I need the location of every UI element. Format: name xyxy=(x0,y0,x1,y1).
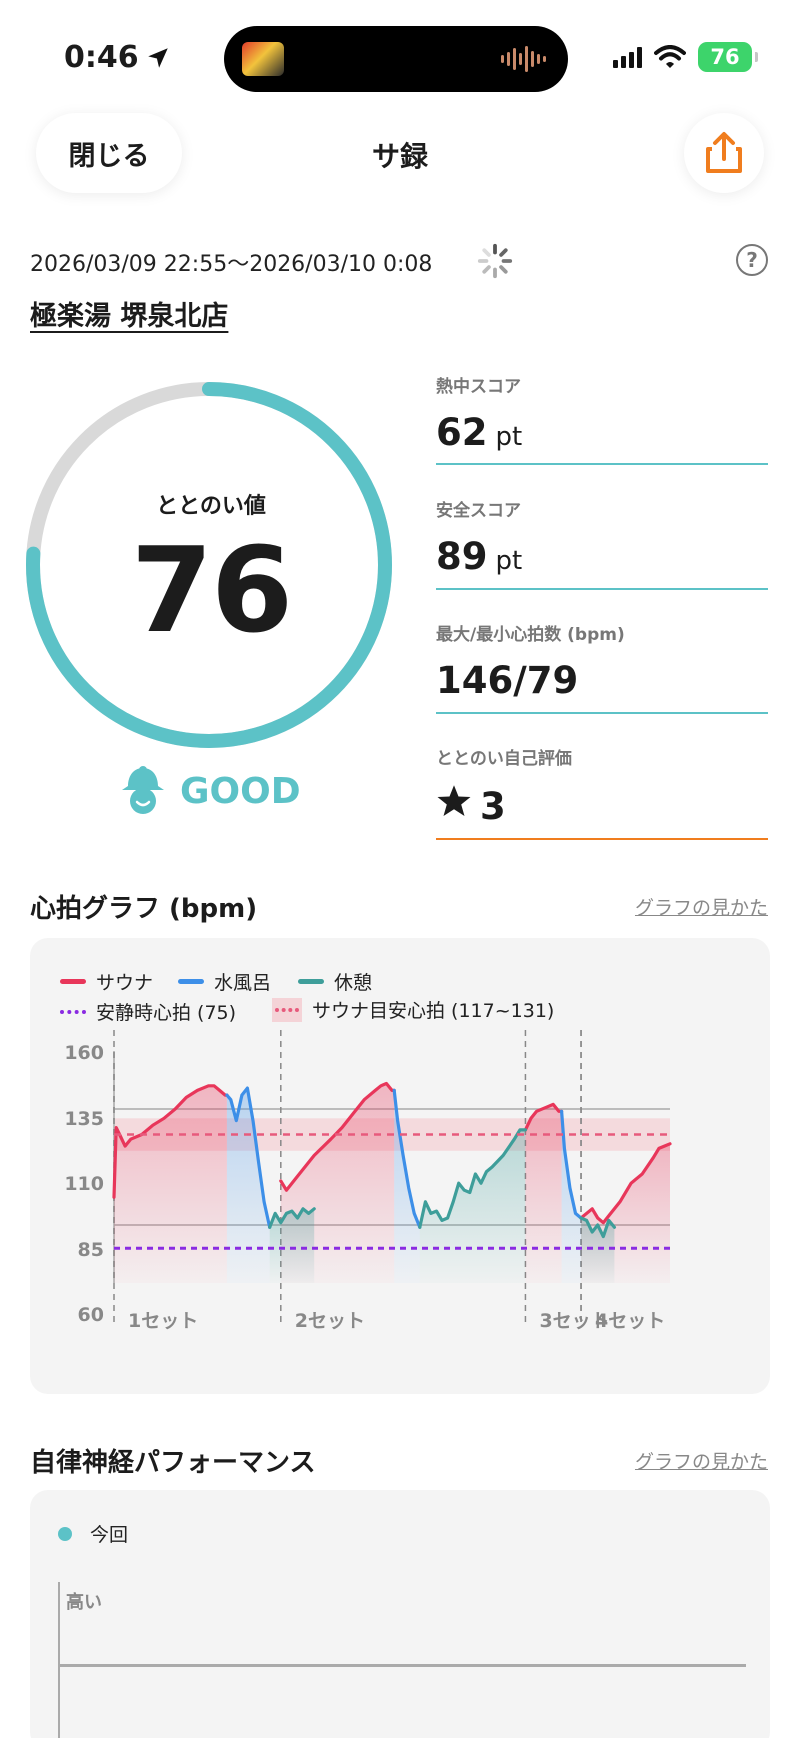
hr-guide-link[interactable]: グラフの見かた xyxy=(635,893,768,920)
metric-divider xyxy=(436,463,768,465)
x-set-label: 2セット xyxy=(294,1310,366,1332)
legend-item-current: 今回 xyxy=(58,1520,128,1547)
ans-gridline xyxy=(60,1664,746,1667)
battery-indicator: 76 xyxy=(698,42,758,72)
ans-chart-card: 今回 高い xyxy=(30,1490,770,1738)
status-bar: 0:46 76 xyxy=(0,0,800,110)
metric-safety-score: 安全スコア 89 pt xyxy=(436,496,768,590)
metric-label: 熱中スコア xyxy=(436,377,521,397)
metric-value: 89 xyxy=(436,535,488,578)
metric-divider xyxy=(436,712,768,714)
loading-spinner-icon xyxy=(477,243,513,279)
metric-value: 62 xyxy=(436,411,488,454)
status-time-text: 0:46 xyxy=(64,40,139,75)
gauge-value: 76 xyxy=(130,521,293,659)
ans-y-top-label: 高い xyxy=(66,1592,102,1613)
ans-y-axis xyxy=(58,1582,60,1738)
metric-unit: pt xyxy=(495,422,523,452)
now-playing-thumbnail xyxy=(242,42,284,76)
metric-heat-score: 熱中スコア 62 pt xyxy=(436,372,768,465)
sauna-hat-icon xyxy=(122,766,164,814)
wifi-icon xyxy=(654,45,686,68)
series-area-rest xyxy=(269,1208,315,1283)
hr-chart-card: サウナ 水風呂 休憩 安静時心拍 (75) サウナ目安心拍 (117~131) … xyxy=(30,938,770,1394)
series-area-rest xyxy=(419,1129,526,1283)
dynamic-island[interactable] xyxy=(224,26,568,92)
metric-self-rating[interactable]: ととのい自己評価 3 xyxy=(436,744,768,840)
metric-value: 3 xyxy=(480,785,506,828)
page-title: サ録 xyxy=(371,140,428,173)
x-set-label: 1セット xyxy=(128,1310,199,1332)
battery-level: 76 xyxy=(710,45,740,69)
series-area-sauna xyxy=(525,1104,562,1283)
ans-guide-link[interactable]: グラフの見かた xyxy=(635,1447,768,1474)
metric-unit: pt xyxy=(495,546,523,576)
star-icon xyxy=(437,785,471,816)
ans-section-title: 自律神経パフォーマンス xyxy=(30,1448,316,1478)
gauge-label: ととのい値 xyxy=(156,494,266,519)
status-time: 0:46 xyxy=(64,40,171,75)
metric-divider xyxy=(436,838,768,840)
help-icon[interactable]: ? xyxy=(736,244,768,276)
status-badge: GOOD xyxy=(120,766,301,816)
hr-section-title: 心拍グラフ (bpm) xyxy=(30,894,258,924)
metric-divider xyxy=(436,588,768,590)
metric-label: 安全スコア xyxy=(436,501,521,521)
metric-value: 146/79 xyxy=(436,659,579,702)
cellular-signal-icon xyxy=(613,46,642,68)
metric-label: 最大/最小心拍数 (bpm) xyxy=(436,625,625,645)
share-icon xyxy=(706,132,742,173)
x-set-label: 4セット xyxy=(595,1310,666,1332)
status-text: GOOD xyxy=(180,770,301,812)
series-area-sauna xyxy=(114,1085,227,1283)
legend-swatch xyxy=(58,1526,72,1541)
metric-label: ととのい自己評価 xyxy=(436,749,572,769)
session-datetime: 2026/03/09 22:55～2026/03/10 0:08 xyxy=(30,252,433,277)
audio-wave-icon xyxy=(501,46,546,72)
metric-heart-rate: 最大/最小心拍数 (bpm) 146/79 xyxy=(436,620,768,714)
share-button[interactable] xyxy=(684,113,764,193)
facility-link[interactable]: 極楽湯 堺泉北店 xyxy=(30,294,228,333)
legend-label: 今回 xyxy=(90,1524,129,1546)
location-arrow-icon xyxy=(147,47,168,68)
